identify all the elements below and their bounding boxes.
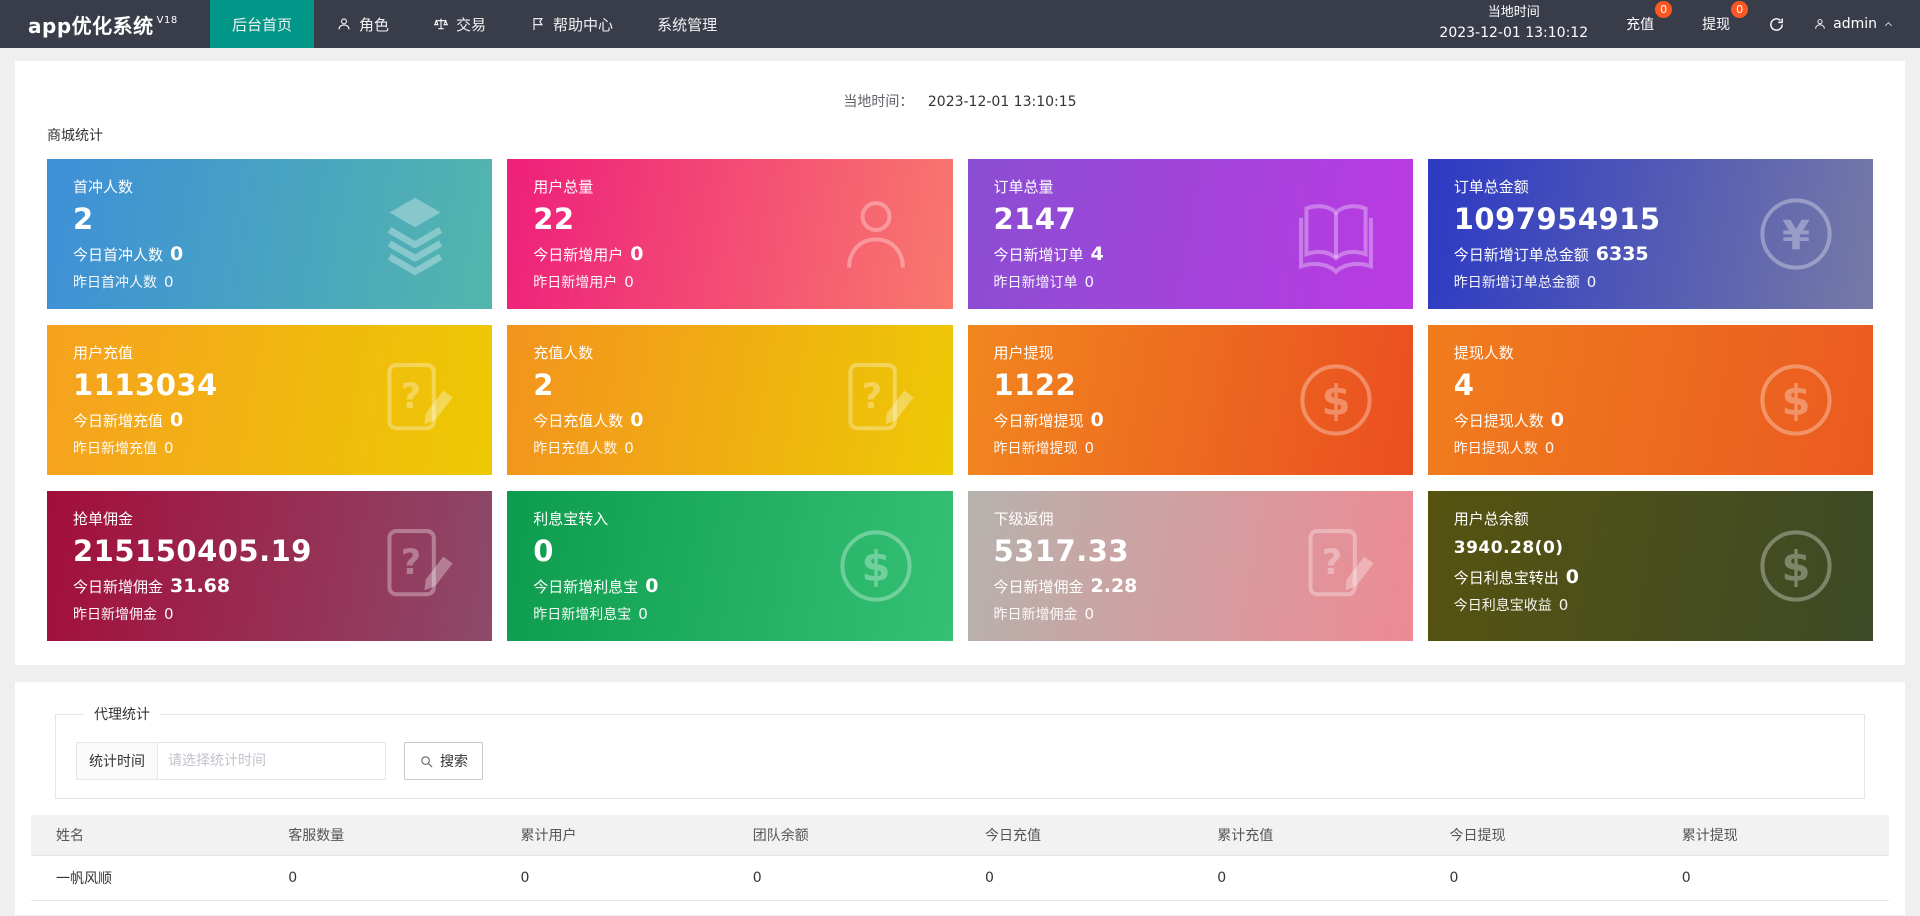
nav-item-trade[interactable]: 交易 <box>411 0 508 48</box>
stat-time-input[interactable] <box>158 742 386 780</box>
stat-card-withdraw-users: 提现人数 4 今日提现人数 0 昨日提现人数 0 <box>1427 325 1873 475</box>
app-logo-version: V18 <box>156 14 178 26</box>
user-icon <box>1813 17 1827 31</box>
search-icon <box>419 754 434 769</box>
note-edit-icon <box>833 357 919 443</box>
nav-item-help-center[interactable]: 帮助中心 <box>508 0 635 48</box>
flag-icon <box>530 16 546 32</box>
note-edit-icon <box>1293 523 1379 609</box>
local-time-row: 当地时间： 2023-12-01 13:10:15 <box>31 75 1889 125</box>
user-menu[interactable]: admin <box>1813 16 1894 32</box>
dollar-icon <box>1753 357 1839 443</box>
agent-stats-fieldset: 代理统计 统计时间 搜索 <box>55 704 1865 799</box>
col-header-today-recharge: 今日充值 <box>960 815 1193 856</box>
stat-card-user-recharge: 用户充值 1113034 今日新增充值 0 昨日新增充值 0 <box>47 325 493 475</box>
dollar-icon <box>1293 357 1379 443</box>
section-title-mall-stats: 商城统计 <box>47 128 103 144</box>
dollar-icon <box>1753 523 1839 609</box>
refresh-icon <box>1768 16 1785 33</box>
stat-cards-grid: 首冲人数 2 今日首冲人数 0 昨日首冲人数 0 用户总量 22 今日新增用户 0 昨… <box>31 159 1889 641</box>
recharge-button[interactable]: 充值 0 <box>1616 1 1673 34</box>
stat-card-total-orders: 订单总量 2147 今日新增订单 4 昨日新增订单 0 <box>967 159 1413 309</box>
table-row: 一帆风顺 0 0 0 0 0 0 0 <box>31 855 1889 901</box>
withdraw-button[interactable]: 提现 0 <box>1692 1 1749 34</box>
nav-item-dashboard[interactable]: 后台首页 <box>210 0 315 48</box>
header-local-time: 当地时间 2023-12-01 13:10:12 <box>1439 5 1589 42</box>
stats-panel: 当地时间： 2023-12-01 13:10:15 商城统计 首冲人数 2 今日… <box>15 61 1905 665</box>
nav-item-system[interactable]: 系统管理 <box>635 0 739 48</box>
book-icon <box>1293 191 1379 277</box>
local-time-value: 2023-12-01 13:10:15 <box>927 94 1077 110</box>
note-edit-icon <box>372 523 458 609</box>
col-header-total-withdraw: 累计提现 <box>1656 815 1889 856</box>
stat-card-user-total-balance: 用户总余额 3940.28(0) 今日利息宝转出 0 今日利息宝收益 0 <box>1427 491 1873 641</box>
stat-card-first-recharge-users: 首冲人数 2 今日首冲人数 0 昨日首冲人数 0 <box>47 159 493 309</box>
col-header-today-withdraw: 今日提现 <box>1424 815 1657 856</box>
search-button[interactable]: 搜索 <box>404 742 483 780</box>
user-name: admin <box>1833 16 1877 32</box>
note-edit-icon <box>372 357 458 443</box>
stat-card-recharge-users: 充值人数 2 今日充值人数 0 昨日充值人数 0 <box>507 325 953 475</box>
cell-name: 一帆风顺 <box>31 855 264 901</box>
user-icon <box>833 191 919 277</box>
col-header-service-count: 客服数量 <box>263 815 496 856</box>
local-time-label: 当地时间： <box>843 94 914 110</box>
header-right: 当地时间 2023-12-01 13:10:12 充值 0 提现 0 admin <box>1439 0 1920 48</box>
agent-stats-panel: 代理统计 统计时间 搜索 姓名 客服数量 累计用户 团队余额 今日充值 累计充值… <box>15 682 1905 915</box>
user-icon <box>336 16 352 32</box>
stat-card-grab-commission: 抢单佣金 215150405.19 今日新增佣金 31.68 昨日新增佣金 0 <box>47 491 493 641</box>
top-header: app优化系统 V18 后台首页 角色 交易 帮助中心 系统管理 当地时间 202… <box>0 0 1920 48</box>
yen-icon <box>1753 191 1839 277</box>
scales-icon <box>433 16 449 32</box>
nav-item-roles[interactable]: 角色 <box>314 0 411 48</box>
dollar-icon <box>833 523 919 609</box>
stat-card-total-users: 用户总量 22 今日新增用户 0 昨日新增用户 0 <box>507 159 953 309</box>
stat-card-sub-rebate: 下级返佣 5317.33 今日新增佣金 2.28 昨日新增佣金 0 <box>967 491 1413 641</box>
layers-icon <box>372 191 458 277</box>
col-header-total-users: 累计用户 <box>495 815 728 856</box>
agent-stats-legend: 代理统计 <box>94 707 150 723</box>
withdraw-badge: 0 <box>1731 1 1749 18</box>
refresh-button[interactable] <box>1768 16 1785 33</box>
col-header-team-balance: 团队余额 <box>727 815 960 856</box>
col-header-total-recharge: 累计充值 <box>1192 815 1425 856</box>
stat-time-label: 统计时间 <box>76 742 158 780</box>
chevron-up-icon <box>1883 19 1894 30</box>
stat-card-total-order-amount: 订单总金额 1097954915 今日新增订单总金额 6335 昨日新增订单总金额… <box>1427 159 1873 309</box>
recharge-badge: 0 <box>1655 1 1673 18</box>
agent-table: 姓名 客服数量 累计用户 团队余额 今日充值 累计充值 今日提现 累计提现 一帆… <box>31 815 1889 901</box>
agent-search-form: 统计时间 搜索 <box>76 742 1844 780</box>
col-header-name: 姓名 <box>31 815 264 856</box>
app-logo-text: app优化系统 <box>28 13 154 38</box>
main-nav: 后台首页 角色 交易 帮助中心 系统管理 <box>210 0 739 48</box>
stat-card-interest-transfer-in: 利息宝转入 0 今日新增利息宝 0 昨日新增利息宝 0 <box>507 491 953 641</box>
table-header-row: 姓名 客服数量 累计用户 团队余额 今日充值 累计充值 今日提现 累计提现 <box>31 815 1889 856</box>
stat-card-user-withdraw: 用户提现 1122 今日新增提现 0 昨日新增提现 0 <box>967 325 1413 475</box>
app-logo: app优化系统 V18 <box>0 0 210 48</box>
